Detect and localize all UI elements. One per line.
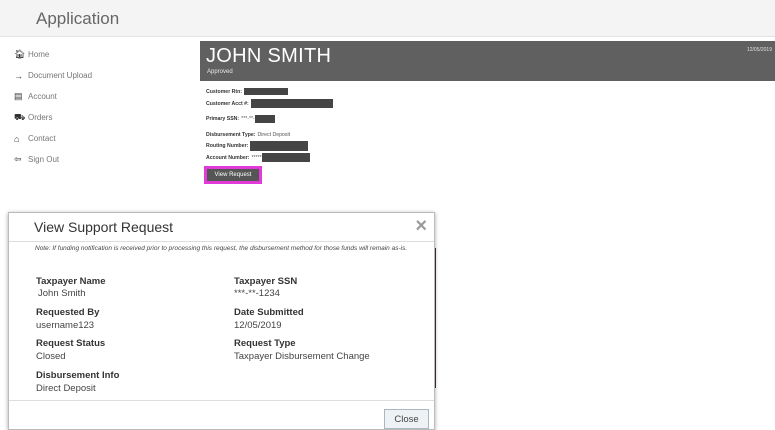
account-icon: ▤ [14,91,23,101]
home-icon: 🏠︎ [14,49,26,59]
disbursement-type-row: Disbursement Type: Direct Deposit [206,132,290,138]
sidebar-item-contact[interactable]: ⌂ Contact [14,128,184,149]
request-status-label: Request Status [36,338,106,349]
routing-number-label: Routing Number: [206,143,249,149]
arrow-right-icon: → [14,70,23,81]
modal-footer-divider [9,400,434,401]
requested-by-value: username123 [36,320,95,331]
primary-ssn-row: Primary SSN: ***-**- [206,115,275,123]
sidebar-item-label: Home [28,50,50,59]
request-type-value: Taxpayer Disbursement Change [234,351,370,362]
customer-acct-row: Customer Acct #: [206,99,333,108]
view-request-button[interactable]: View Request [204,166,262,184]
customer-acct-label: Customer Acct #: [206,100,249,107]
disbursement-type-value: Direct Deposit [257,132,291,138]
sidebar-item-document-upload[interactable]: → Document Upload [14,65,184,86]
contact-icon: ⌂ [14,133,20,144]
cart-icon: ⛟ [14,111,26,122]
modal-note: Note: If funding notification is receive… [35,245,408,252]
disbursement-info-label: Disbursement Info [36,370,120,381]
taxpayer-ssn-value: ***-**-1234 [234,288,280,299]
date-submitted-label: Date Submitted [234,307,304,318]
taxpayer-name-value: John Smith [38,288,86,299]
sidebar-item-label: Contact [28,134,56,143]
sidebar-item-home[interactable]: 🏠︎ Home [14,44,184,65]
customer-name: JOHN SMITH [206,45,332,67]
sidebar-item-label: Document Upload [28,71,93,80]
redaction-block [244,88,289,95]
top-bar: Application [0,0,775,37]
sidebar-item-orders[interactable]: ⛟ Orders [14,107,184,128]
sidebar-item-account[interactable]: ▤ Account [14,86,184,107]
redaction-block [250,141,309,151]
taxpayer-name-label: Taxpayer Name [36,276,106,287]
request-status-value: Closed [36,351,66,362]
account-number-value: ***** [251,154,262,161]
customer-status: Approved [207,69,233,75]
sign-out-icon: ⇦ [14,154,22,164]
modal-title: View Support Request [34,219,174,235]
sidebar-item-label: Sign Out [28,155,60,164]
customer-date: 12/05/2019 [746,47,772,53]
sidebar-item-label: Orders [28,113,53,122]
redaction-block [250,99,333,108]
sidebar-item-label: Account [28,92,57,101]
close-button[interactable]: Close [384,409,429,429]
primary-ssn-label: Primary SSN: [206,116,240,122]
disbursement-info-value: Direct Deposit [36,383,96,394]
sidebar-item-sign-out[interactable]: ⇦ Sign Out [14,149,184,170]
routing-number-row: Routing Number: [206,141,309,151]
request-type-label: Request Type [234,338,296,349]
taxpayer-ssn-label: Taxpayer SSN [234,276,298,287]
view-support-request-modal: View Support Request × Note: If funding … [8,212,435,430]
close-icon[interactable]: × [415,215,427,238]
redaction-block [254,115,275,123]
customer-header: JOHN SMITH Approved 12/05/2019 [200,41,775,81]
date-submitted-value: 12/05/2019 [234,320,282,331]
account-number-label: Account Number: [206,154,250,161]
requested-by-label: Requested By [36,307,100,318]
primary-ssn-value: ***-**- [241,116,255,122]
customer-rtn-label: Customer Rtn: [206,88,243,95]
disbursement-type-label: Disbursement Type: [206,132,256,138]
divider [9,241,434,242]
customer-rtn-row: Customer Rtn: [206,88,289,95]
app-title: Application [36,9,120,28]
sidebar-nav: 🏠︎ Home → Document Upload ▤ Account ⛟ Or… [14,44,184,170]
account-number-row: Account Number: ***** [206,153,310,162]
redaction-block [261,153,310,162]
